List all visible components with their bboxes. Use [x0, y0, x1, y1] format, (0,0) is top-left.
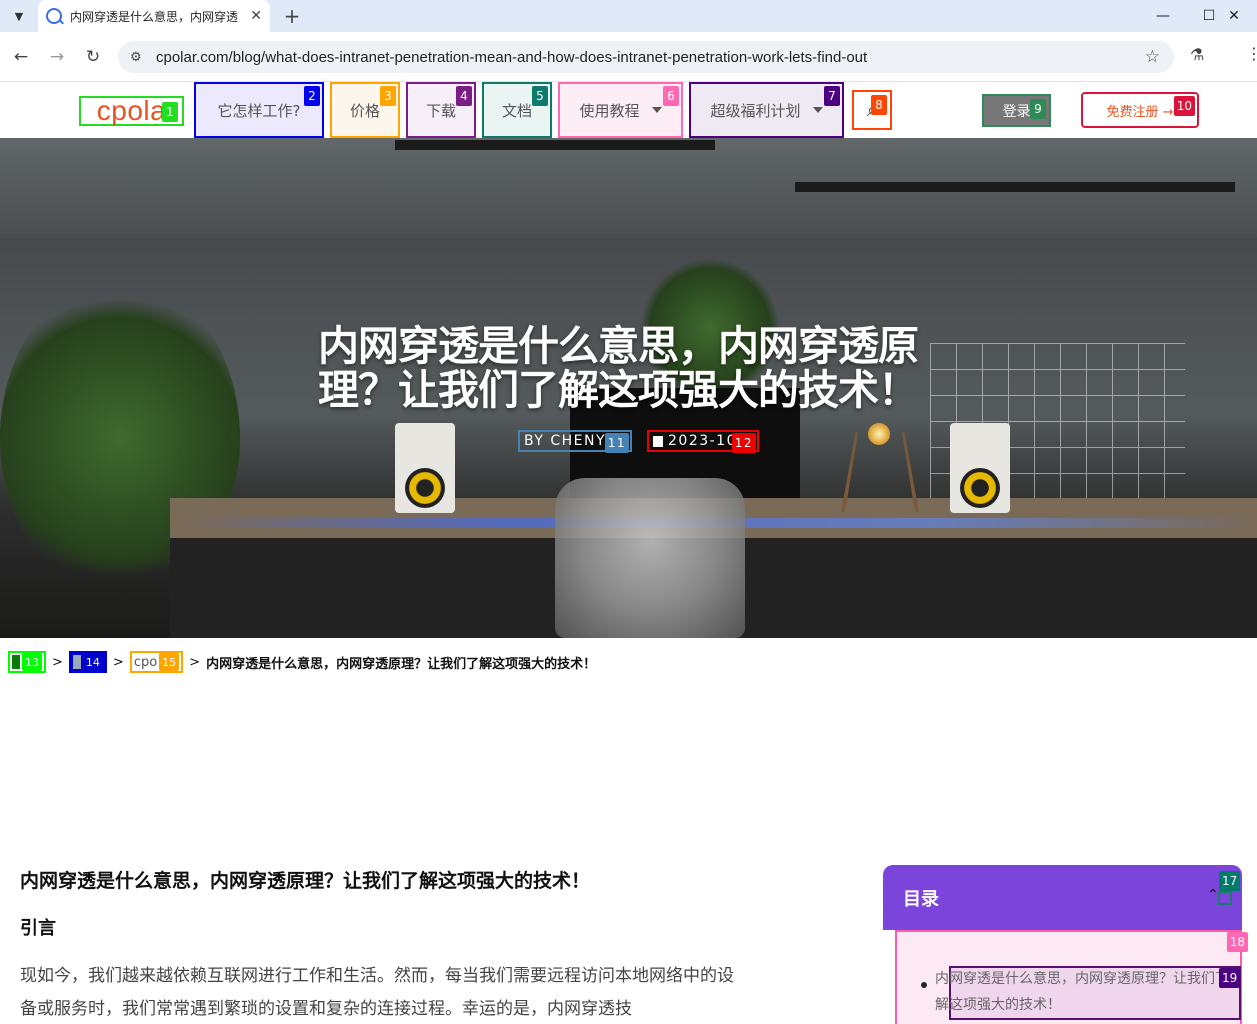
breadcrumb-cpolar-label: cpo	[133, 654, 158, 670]
search-button[interactable]: ⌕ 8	[852, 90, 892, 130]
author-label: BY CHENYU	[524, 433, 618, 449]
toc-toggle-button[interactable]	[1218, 891, 1232, 905]
nav-tutorials-label: 使用教程	[579, 101, 640, 120]
breadcrumb-separator: >	[112, 654, 124, 670]
badge-8: 8	[871, 95, 887, 115]
logo: cpola	[96, 95, 167, 126]
chevron-up-icon: ⌃	[1207, 887, 1219, 903]
badge-1: 1	[162, 102, 178, 122]
breadcrumb-separator: >	[189, 654, 201, 670]
author-link[interactable]: BY CHENYU 11	[518, 430, 632, 453]
nav-download-label: 下载	[425, 101, 456, 120]
table-of-contents: 目录 ⌃ 17 18 内网穿透是什么意思，内网穿透原理？让我们了解这项强大的技术…	[883, 865, 1248, 1024]
favicon-search-icon	[46, 8, 62, 24]
badge-7: 7	[824, 86, 840, 106]
badge-17: 17	[1219, 871, 1241, 891]
badge-13: 13	[22, 653, 42, 671]
badge-10: 10	[1173, 96, 1195, 116]
nav-benefits-label: 超级福利计划	[710, 101, 801, 120]
tab-close-icon[interactable]: ✕	[250, 8, 262, 24]
login-button[interactable]: 登录 9	[982, 94, 1051, 127]
article-subheading: 引言	[20, 918, 56, 939]
breadcrumb-cpolar[interactable]: cpo 15	[129, 651, 184, 673]
toc-item-link[interactable]: 内网穿透是什么意思，内网穿透原理？让我们了解这项强大的技术！	[935, 966, 1233, 1018]
hero-title: 内网穿透是什么意思，内网穿透原理？让我们了解这项强大的技术！	[318, 322, 919, 414]
toc-title: 目录	[903, 889, 939, 910]
breadcrumb-blog[interactable]: 14	[68, 651, 107, 673]
nav-docs-label: 文档	[501, 101, 532, 120]
breadcrumb: 13 > 14 > cpo 15 > 内网穿透是什么意思，内网穿透原理？让我们了…	[8, 650, 596, 674]
tab-title: 内网穿透是什么意思，内网穿透	[70, 9, 238, 24]
url-text: cpolar.com/blog/what-does-intranet-penet…	[156, 48, 868, 66]
logo-link[interactable]: cpola 1	[79, 95, 184, 126]
toc-list[interactable]: 18 内网穿透是什么意思，内网穿透原理？让我们了解这项强大的技术！ 19	[895, 930, 1248, 1024]
badge-6: 6	[663, 86, 679, 106]
nav-benefits[interactable]: 超级福利计划 7	[689, 82, 844, 138]
list-bullet	[921, 982, 927, 988]
badge-15: 15	[159, 653, 180, 671]
browser-toolbar: ← → ↻ ⚙ cpolar.com/blog/what-does-intran…	[0, 32, 1257, 82]
chair	[555, 478, 745, 638]
bookmark-star-icon[interactable]: ☆	[1145, 47, 1160, 67]
nav-tutorials[interactable]: 使用教程 6	[558, 82, 683, 138]
badge-14: 14	[82, 653, 103, 671]
nav-how-it-works[interactable]: 它怎样工作? 2	[194, 82, 324, 138]
site-navbar: cpola 1 它怎样工作? 2 价格 3 下载 4 文档 5 使用教程 6 超…	[0, 82, 1257, 138]
shelf	[795, 182, 1235, 192]
nav-pricing[interactable]: 价格 3	[330, 82, 400, 138]
badge-19: 19	[1219, 968, 1241, 988]
nav-how-it-works-label: 它怎样工作?	[217, 101, 301, 120]
badge-5: 5	[532, 86, 548, 106]
forward-icon[interactable]: →	[44, 44, 70, 70]
hero-banner: 内网穿透是什么意思，内网穿透原理？让我们了解这项强大的技术！ BY CHENYU…	[0, 138, 1257, 638]
article-paragraph: 现如今，我们越来越依赖互联网进行工作和生活。然而，每当我们需要远程访问本地网络中…	[20, 966, 734, 1019]
chevron-down-icon	[651, 107, 662, 113]
toc-header: 目录 ⌃ 17	[883, 865, 1242, 930]
minimize-icon[interactable]: —	[1140, 0, 1186, 32]
menu-kebab-icon[interactable]: ⋮	[1246, 44, 1257, 63]
badge-11: 11	[604, 433, 629, 453]
breadcrumb-home[interactable]: 13	[8, 651, 46, 673]
shelf	[395, 140, 715, 150]
speaker-left	[395, 423, 455, 513]
close-window-icon[interactable]: ✕	[1211, 0, 1257, 32]
reload-icon[interactable]: ↻	[80, 44, 106, 70]
badge-18: 18	[1226, 932, 1248, 952]
site-settings-icon[interactable]: ⚙	[130, 50, 152, 65]
calendar-icon	[653, 435, 663, 447]
breadcrumb-separator: >	[52, 654, 63, 670]
login-label: 登录	[1002, 103, 1031, 120]
date-link[interactable]: 2023-10- 12	[647, 430, 759, 453]
nav-docs[interactable]: 文档 5	[482, 82, 552, 138]
nav-download[interactable]: 下载 4	[406, 82, 476, 138]
badge-2: 2	[304, 86, 320, 106]
nav-pricing-label: 价格	[349, 101, 380, 120]
register-label: 免费注册 →	[1106, 104, 1174, 120]
speaker-right	[950, 423, 1010, 513]
badge-9: 9	[1030, 99, 1046, 119]
browser-tabstrip: ▼ 内网穿透是什么意思，内网穿透 ✕ + — ☐ ✕	[0, 0, 1257, 32]
article-heading: 内网穿透是什么意思，内网穿透原理？让我们了解这项强大的技术！	[20, 870, 591, 892]
tab-search-chevron-icon[interactable]: ▼	[6, 4, 32, 28]
badge-4: 4	[456, 86, 472, 106]
chevron-down-icon	[812, 107, 823, 113]
new-tab-button[interactable]: +	[280, 4, 304, 28]
blog-icon	[72, 655, 81, 669]
home-icon	[12, 655, 20, 669]
labs-flask-icon[interactable]: ⚗	[1190, 45, 1204, 64]
breadcrumb-current: 内网穿透是什么意思，内网穿透原理？让我们了解这项强大的技术！	[206, 656, 597, 672]
badge-3: 3	[380, 86, 396, 106]
lamp-bulb	[868, 423, 890, 445]
browser-tab[interactable]: 内网穿透是什么意思，内网穿透 ✕	[38, 0, 270, 32]
badge-12: 12	[731, 433, 756, 453]
back-icon[interactable]: ←	[8, 44, 34, 70]
register-button[interactable]: 免费注册 → 10	[1081, 92, 1199, 128]
address-bar[interactable]: ⚙ cpolar.com/blog/what-does-intranet-pen…	[118, 41, 1174, 73]
